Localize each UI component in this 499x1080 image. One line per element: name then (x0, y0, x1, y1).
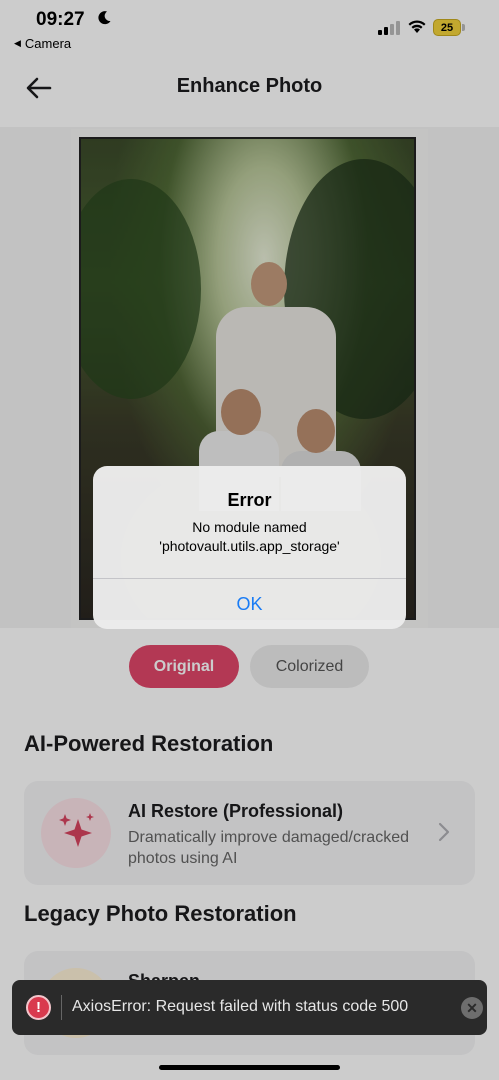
toast-separator (61, 995, 62, 1020)
error-alert-dialog: Error No module named 'photovault.utils.… (93, 466, 406, 629)
close-icon[interactable]: ✕ (461, 997, 483, 1019)
toast-message: AxiosError: Request failed with status c… (72, 998, 409, 1015)
alert-message-line-1: No module named (192, 519, 307, 535)
error-toast: ! AxiosError: Request failed with status… (12, 980, 487, 1035)
alert-title: Error (227, 490, 272, 510)
alert-message-line-2: 'photovault.utils.app_storage' (159, 538, 340, 554)
alert-ok-button[interactable]: OK (93, 579, 406, 629)
error-icon: ! (26, 995, 51, 1020)
alert-message: No module named 'photovault.utils.app_st… (105, 518, 394, 556)
